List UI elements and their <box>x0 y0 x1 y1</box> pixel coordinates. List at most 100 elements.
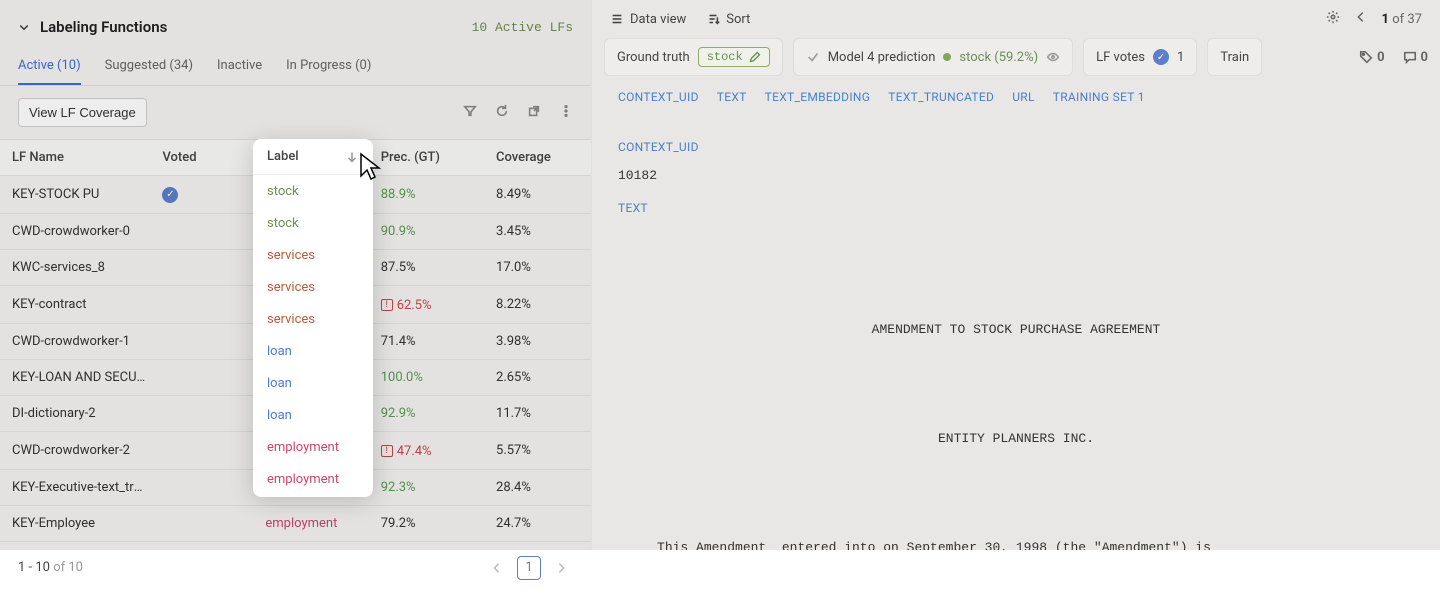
table-row[interactable]: CWD-crowdworker-2 loan! 47.4%5.57% <box>0 431 591 469</box>
prec-cell: 100.0% <box>373 359 488 395</box>
text-label: TEXT <box>618 201 1414 215</box>
col-prec[interactable]: Prec. (GT) <box>373 140 488 176</box>
prec-cell: 71.4% <box>373 323 488 359</box>
voted-cell <box>154 285 257 323</box>
prec-cell: 88.9% <box>373 176 488 214</box>
label-cell: stock <box>257 176 372 214</box>
table-row[interactable]: CWD-crowdworker-0stock90.9%3.45% <box>0 213 591 249</box>
coverage-cell: 2.65% <box>488 359 591 395</box>
tab-active[interactable]: Active (10) <box>18 48 81 85</box>
page-title: Labeling Functions <box>40 18 167 36</box>
sort-button[interactable]: Sort <box>706 12 750 27</box>
coverage-cell: 8.49% <box>488 176 591 214</box>
tab-inactive[interactable]: Inactive <box>217 48 262 85</box>
coverage-cell: 3.45% <box>488 213 591 249</box>
voted-cell <box>154 469 257 505</box>
col-coverage[interactable]: Coverage <box>488 140 591 176</box>
table-row[interactable]: KEY-contract services! 62.5%8.22% <box>0 285 591 323</box>
field-link-text-embedding[interactable]: TEXT_EMBEDDING <box>765 90 871 104</box>
prev-page-button[interactable] <box>485 556 509 580</box>
label-cell: services <box>257 285 372 323</box>
lf-name-cell: CWD-crowdworker-0 <box>0 213 154 249</box>
chevron-down-icon[interactable] <box>18 21 30 33</box>
label-cell: employment <box>257 469 372 505</box>
table-row[interactable]: KEY-LOAN AND SECURITloan100.0%2.65% <box>0 359 591 395</box>
label-cell: services <box>257 323 372 359</box>
prec-cell: ! 47.4% <box>373 431 488 469</box>
table-row[interactable]: KEY-STOCK PU✓stock88.9%8.49% <box>0 176 591 214</box>
prec-cell: 79.2% <box>373 505 488 541</box>
ground-truth-chip[interactable]: Ground truth stock <box>604 38 783 76</box>
voted-cell <box>154 431 257 469</box>
view-lf-coverage-button[interactable]: View LF Coverage <box>18 98 147 127</box>
voted-cell <box>154 395 257 431</box>
tags-count[interactable]: 0 <box>1359 50 1384 65</box>
coverage-cell: 28.4% <box>488 469 591 505</box>
voted-cell <box>154 213 257 249</box>
warn-icon: ! <box>381 445 393 457</box>
lf-votes-chip[interactable]: LF votes ✓ 1 <box>1083 38 1197 76</box>
document-text: AMENDMENT TO STOCK PURCHASE AGREEMENT EN… <box>618 239 1414 550</box>
voted-cell <box>154 505 257 541</box>
table-row[interactable]: CWD-crowdworker-1 services71.4%3.98% <box>0 323 591 359</box>
coverage-cell: 3.98% <box>488 323 591 359</box>
model-prediction-chip[interactable]: Model 4 prediction stock (59.2%) <box>793 38 1073 76</box>
tab-in-progress[interactable]: In Progress (0) <box>286 48 371 85</box>
comments-count[interactable]: 0 <box>1403 50 1428 65</box>
coverage-cell: 24.7% <box>488 505 591 541</box>
eye-icon[interactable] <box>1046 50 1060 64</box>
voted-cell: ✓ <box>154 176 257 214</box>
field-link-context-uid[interactable]: CONTEXT_UID <box>618 90 699 104</box>
coverage-cell: 8.22% <box>488 285 591 323</box>
record-position: 1 of 37 <box>1382 12 1422 27</box>
prec-cell: 87.5% <box>373 249 488 285</box>
page-number[interactable]: 1 <box>517 556 541 580</box>
field-nav-links: CONTEXT_UID TEXT TEXT_EMBEDDING TEXT_TRU… <box>618 90 1414 122</box>
lf-name-cell: CWD-crowdworker-2 <box>0 431 154 469</box>
field-link-text[interactable]: TEXT <box>717 90 747 104</box>
coverage-cell: 17.0% <box>488 249 591 285</box>
voted-cell <box>154 249 257 285</box>
gear-icon[interactable] <box>1326 10 1340 28</box>
context-uid-value: 10182 <box>618 168 1414 183</box>
col-lfname[interactable]: LF Name <box>0 140 154 176</box>
coverage-cell: 5.57% <box>488 431 591 469</box>
lf-name-cell: CWD-crowdworker-1 <box>0 323 154 359</box>
lf-name-cell: KEY-contract <box>0 285 154 323</box>
table-row[interactable]: KWC-services_8services87.5%17.0% <box>0 249 591 285</box>
label-cell: loan <box>257 431 372 469</box>
field-link-text-truncated[interactable]: TEXT_TRUNCATED <box>888 90 994 104</box>
coverage-cell: 11.7% <box>488 395 591 431</box>
table-row[interactable]: KEY-Executive-text_truncemployment92.3%2… <box>0 469 591 505</box>
lf-name-cell: DI-dictionary-2 <box>0 395 154 431</box>
more-icon[interactable] <box>559 104 573 122</box>
pagination-range: 1 - 10 of 10 <box>18 560 83 575</box>
col-label[interactable]: Label <box>257 140 372 176</box>
prec-cell: 92.3% <box>373 469 488 505</box>
filter-icon[interactable] <box>463 104 477 122</box>
status-dot-icon <box>943 53 951 61</box>
field-link-url[interactable]: URL <box>1012 90 1035 104</box>
label-cell: loan <box>257 395 372 431</box>
check-icon: ✓ <box>1153 49 1169 65</box>
export-icon[interactable] <box>527 104 541 122</box>
prev-record-button[interactable] <box>1354 10 1368 28</box>
table-row[interactable]: DI-dictionary-2loan92.9%11.7% <box>0 395 591 431</box>
voted-cell <box>154 359 257 395</box>
label-cell: employment <box>257 505 372 541</box>
label-cell: loan <box>257 359 372 395</box>
data-view-button[interactable]: Data view <box>610 12 686 27</box>
tab-suggested[interactable]: Suggested (34) <box>105 48 193 85</box>
table-row[interactable]: KEY-Employeeemployment79.2%24.7% <box>0 505 591 541</box>
lf-name-cell: KWC-services_8 <box>0 249 154 285</box>
field-link-training-set[interactable]: TRAINING SET 1 <box>1053 90 1145 104</box>
label-cell: stock <box>257 213 372 249</box>
refresh-icon[interactable] <box>495 104 509 122</box>
train-chip[interactable]: Train <box>1207 38 1262 76</box>
col-voted[interactable]: Voted <box>154 140 257 176</box>
voted-cell <box>154 323 257 359</box>
ground-truth-value[interactable]: stock <box>698 47 770 67</box>
voted-check-icon: ✓ <box>162 187 178 203</box>
prec-cell: ! 62.5% <box>373 285 488 323</box>
next-page-button[interactable] <box>549 556 573 580</box>
